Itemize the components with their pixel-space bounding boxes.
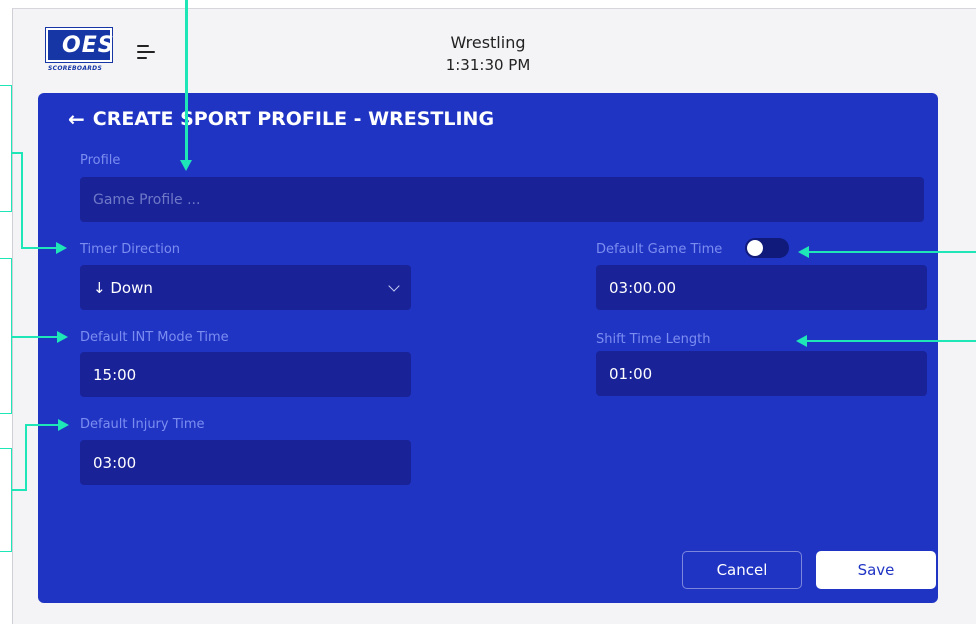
game-time-input[interactable]: 03:00.00 xyxy=(596,265,927,310)
annotation-line xyxy=(808,251,976,253)
logo-box: OES xyxy=(46,28,115,62)
back-arrow-icon[interactable]: ← xyxy=(68,107,85,131)
timer-direction-value: ↓ Down xyxy=(93,278,153,297)
game-time-label: Default Game Time xyxy=(596,242,723,257)
cancel-button[interactable]: Cancel xyxy=(682,551,802,589)
timer-direction-label: Timer Direction xyxy=(80,242,181,257)
int-mode-time-label: Default INT Mode Time xyxy=(80,330,229,345)
chevron-down-icon xyxy=(388,279,400,292)
menu-icon[interactable] xyxy=(137,42,155,62)
int-mode-time-input[interactable]: 15:00 xyxy=(80,352,411,397)
sport-title: Wrestling xyxy=(450,33,526,52)
annotation-arrow xyxy=(56,242,67,254)
timer-direction-select[interactable]: ↓ Down xyxy=(80,265,411,310)
injury-time-label: Default Injury Time xyxy=(80,417,205,432)
menu-icon-line xyxy=(137,57,147,59)
menu-icon-line xyxy=(137,51,155,53)
annotation-line xyxy=(806,340,976,342)
annotation-line xyxy=(185,0,188,163)
annotation-line xyxy=(25,424,59,426)
annotation-bracket xyxy=(0,258,12,414)
annotation-line xyxy=(21,152,23,248)
shift-time-toggle[interactable] xyxy=(745,238,789,258)
toggle-knob xyxy=(747,240,763,256)
annotation-arrow xyxy=(180,160,192,171)
oes-logo: OES SCOREBOARDS xyxy=(46,28,114,74)
clock-time: 1:31:30 PM xyxy=(445,56,531,74)
annotation-arrow xyxy=(57,331,68,343)
annotation-arrow xyxy=(58,419,69,431)
logo-subtext: SCOREBOARDS xyxy=(48,65,103,72)
annotation-arrow xyxy=(796,335,807,347)
save-button[interactable]: Save xyxy=(816,551,936,589)
annotation-bracket xyxy=(0,448,12,552)
page-title: CREATE SPORT PROFILE - WRESTLING xyxy=(92,108,495,130)
annotation-arrow xyxy=(798,246,809,258)
annotation-line xyxy=(25,424,27,491)
profile-input[interactable]: Game Profile ... xyxy=(80,177,924,222)
annotation-line xyxy=(12,336,58,338)
shift-time-label: Shift Time Length xyxy=(596,332,711,347)
profile-label: Profile xyxy=(80,153,121,168)
annotation-line xyxy=(21,247,57,249)
logo-text: OES xyxy=(62,33,115,58)
shift-time-input[interactable]: 01:00 xyxy=(596,351,927,396)
injury-time-input[interactable]: 03:00 xyxy=(80,440,411,485)
profile-panel: ← CREATE SPORT PROFILE - WRESTLING Profi… xyxy=(38,93,938,603)
menu-icon-line xyxy=(137,45,149,47)
annotation-bracket xyxy=(0,85,12,212)
page-header: ← CREATE SPORT PROFILE - WRESTLING xyxy=(68,107,494,131)
